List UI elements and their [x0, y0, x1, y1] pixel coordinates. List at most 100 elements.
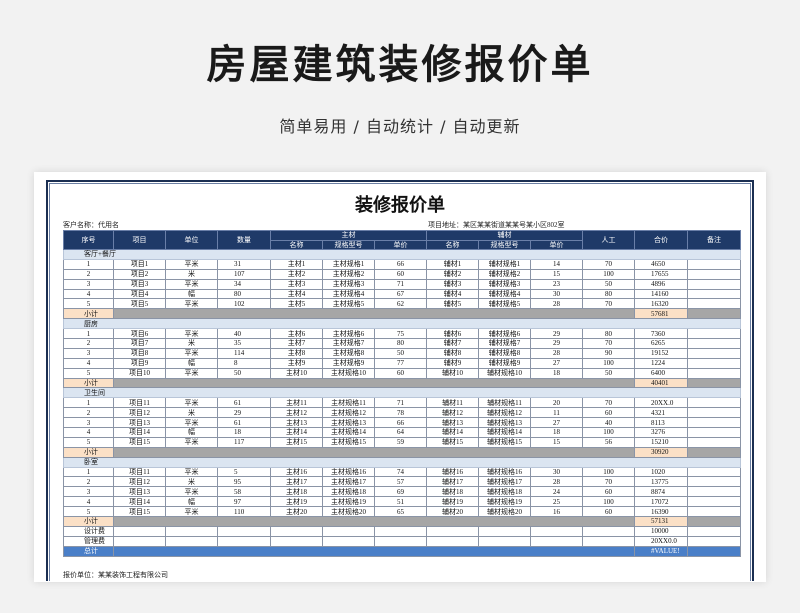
table-row: 1 项目6 平米 40 主材6 主材规格6 75 辅材6 辅材规格6 29 80 7360 [63, 328, 741, 340]
cell-aux-spec: 辅材规格5 [478, 298, 531, 310]
cell-note [687, 338, 741, 349]
header-main-material: 主材 [270, 230, 427, 241]
cell-total: 20XX.0 [634, 397, 688, 409]
table-row: 1 项目11 平米 5 主材16 主材规格16 74 辅材16 辅材规格16 30 100 1020 [63, 466, 741, 478]
cell-aux-price: 24 [530, 486, 583, 498]
cell-aux-spec: 辅材规格7 [478, 338, 531, 349]
cell-unit: 平米 [165, 367, 218, 379]
cell-aux-price: 25 [530, 496, 583, 508]
subtotal-note [687, 377, 741, 389]
cell-aux-name: 辅材15 [426, 436, 479, 448]
header-main-price: 单价 [374, 239, 427, 250]
cell-no: 2 [63, 338, 114, 349]
cell-item: 项目8 [113, 347, 166, 359]
cell-main-name: 主材10 [270, 367, 323, 379]
cell-main-spec: 主材规格3 [322, 278, 375, 290]
cell-labor: 60 [582, 407, 635, 419]
cell-main-price: 71 [374, 278, 427, 290]
empty-cell [322, 525, 375, 537]
cell-note [687, 486, 741, 498]
cell-qty: 107 [217, 268, 271, 280]
cell-main-price: 50 [374, 347, 427, 359]
cell-main-name: 主材8 [270, 347, 323, 359]
sheet-frame: 装修报价单 客户名称：代用名 项目地址：某区某某街道某某号某小区802室 序号 … [46, 180, 754, 581]
cell-main-spec: 主材规格13 [322, 417, 375, 429]
cell-aux-spec: 辅材规格15 [478, 436, 531, 448]
cell-aux-price: 28 [530, 347, 583, 359]
subtotal-note [687, 446, 741, 458]
header-aux-name: 名称 [426, 239, 479, 250]
cell-aux-spec: 辅材规格1 [478, 258, 531, 270]
cell-no: 4 [63, 357, 114, 369]
cell-aux-price: 23 [530, 278, 583, 290]
cell-total: 15210 [634, 436, 688, 448]
section-name: 卧室 [63, 456, 741, 468]
cell-note [687, 357, 741, 369]
cell-aux-price: 18 [530, 427, 583, 438]
cell-total: 17655 [634, 268, 688, 280]
cell-main-name: 主材12 [270, 407, 323, 419]
table-row: 2 项目7 米 35 主材7 主材规格7 80 辅材7 辅材规格7 29 70 6265 [63, 338, 741, 349]
cell-main-name: 主材7 [270, 338, 323, 349]
cell-unit: 平米 [165, 417, 218, 429]
cell-aux-name: 辅材1 [426, 258, 479, 270]
table-row: 5 项目15 平米 117 主材15 主材规格15 59 辅材15 辅材规格15 15 56 1521… [63, 436, 741, 448]
cell-aux-name: 辅材3 [426, 278, 479, 290]
cell-main-spec: 主材规格19 [322, 496, 375, 508]
empty-cell [582, 525, 635, 537]
cell-aux-name: 辅材18 [426, 486, 479, 498]
grand-total-label: 总计 [63, 545, 114, 557]
table-row: 3 项目8 平米 114 主材8 主材规格8 50 辅材8 辅材规格8 28 90 19152 [63, 347, 741, 359]
empty-cell [478, 525, 531, 537]
cell-aux-name: 辅材5 [426, 298, 479, 310]
cell-labor: 90 [582, 347, 635, 359]
cell-no: 1 [63, 466, 114, 478]
quote-table: 序号 项目 单位 数量 主材 辅材 人工 合价 备注 名称 规格型号 单价 名称… [63, 230, 741, 557]
cell-total: 17072 [634, 496, 688, 508]
page-subtitle: 简单易用 / 自动统计 / 自动更新 [279, 117, 521, 136]
empty-cell [270, 535, 323, 547]
header-no: 序号 [63, 230, 114, 250]
cell-aux-name: 辅材6 [426, 328, 479, 340]
subtotal-label: 小计 [63, 516, 114, 527]
cell-main-price: 69 [374, 486, 427, 498]
subtotal-row: 小计 57681 [63, 308, 741, 320]
cell-labor: 70 [582, 298, 635, 310]
table-row: 1 项目1 平米 31 主材1 主材规格1 66 辅材1 辅材规格1 14 70 4650 [63, 258, 741, 270]
cell-qty: 34 [217, 278, 271, 290]
fee-row: 管理费 20XX0.0 [63, 535, 741, 547]
subtotal-value: 30920 [634, 446, 688, 458]
cell-item: 项目10 [113, 367, 166, 379]
subtotal-row: 小计 30920 [63, 446, 741, 458]
cell-no: 2 [63, 476, 114, 488]
header-note: 备注 [687, 230, 741, 250]
cell-qty: 80 [217, 288, 271, 300]
cell-main-name: 主材15 [270, 436, 323, 448]
cell-aux-spec: 辅材规格10 [478, 367, 531, 379]
cell-aux-price: 14 [530, 258, 583, 270]
cell-aux-price: 27 [530, 417, 583, 429]
section-header-row: 客厅+餐厅 [63, 249, 741, 260]
cell-total: 16320 [634, 298, 688, 310]
cell-labor: 50 [582, 278, 635, 290]
cell-total: 1224 [634, 357, 688, 369]
cell-labor: 60 [582, 506, 635, 518]
cell-note [687, 328, 741, 340]
cell-labor: 100 [582, 427, 635, 438]
cell-aux-spec: 辅材规格20 [478, 506, 531, 518]
cell-main-name: 主材4 [270, 288, 323, 300]
cell-total: 14160 [634, 288, 688, 300]
cell-main-price: 57 [374, 476, 427, 488]
cell-aux-spec: 辅材规格13 [478, 417, 531, 429]
cell-main-spec: 主材规格16 [322, 466, 375, 478]
cell-aux-price: 28 [530, 298, 583, 310]
cell-total: 4321 [634, 407, 688, 419]
subtotal-value: 57681 [634, 308, 688, 320]
cell-main-spec: 主材规格20 [322, 506, 375, 518]
empty-cell [478, 535, 531, 547]
cell-item: 项目1 [113, 258, 166, 270]
fee-label: 设计费 [63, 525, 114, 537]
cell-aux-name: 辅材11 [426, 397, 479, 409]
empty-cell [374, 535, 427, 547]
cell-main-price: 78 [374, 407, 427, 419]
